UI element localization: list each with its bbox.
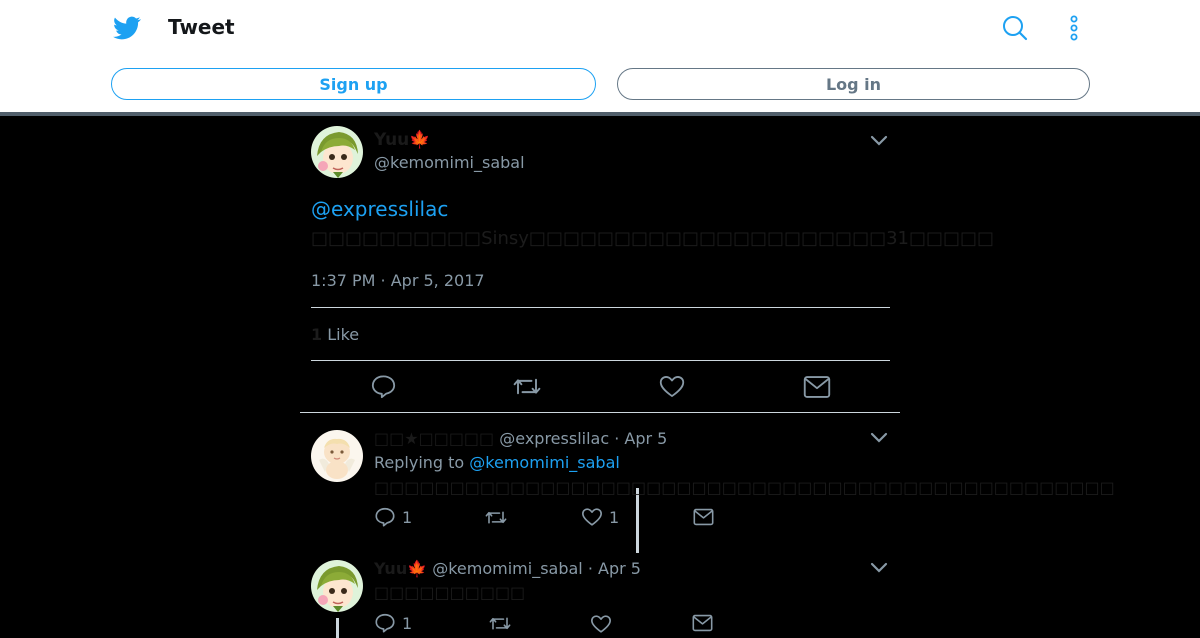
author-handle[interactable]: @expresslilac [499, 429, 609, 448]
message-icon[interactable] [693, 507, 714, 527]
divider [300, 412, 900, 413]
replying-to: Replying to @kemomimi_sabal [374, 453, 620, 472]
reply-action[interactable]: 1 [374, 506, 412, 528]
likes-label: Like [327, 325, 360, 344]
author-handle[interactable]: @kemomimi_sabal [432, 559, 583, 578]
chevron-down-icon[interactable] [870, 135, 888, 147]
reply-text: □□□□□□□□□□ [374, 583, 526, 602]
divider [311, 307, 890, 308]
avatar[interactable] [311, 430, 363, 482]
reply-header: Yuu🍁 @kemomimi_sabal · Apr 5 [374, 559, 641, 578]
retweet-icon[interactable] [512, 373, 542, 400]
like-icon[interactable] [658, 373, 686, 400]
reply-action[interactable]: 1 [374, 612, 412, 634]
page-title: Tweet [168, 15, 235, 39]
reply-icon [375, 613, 395, 633]
avatar-image [311, 560, 363, 612]
reply-date[interactable]: · Apr 5 [614, 429, 667, 448]
tweet-thread: Yuu🍁 @kemomimi_sabal @expresslilac □□□□□… [300, 116, 1115, 638]
author-name[interactable]: Yuu🍁 [374, 559, 427, 578]
author-handle[interactable]: @kemomimi_sabal [374, 153, 525, 172]
log-in-button[interactable]: Log in [617, 68, 1090, 100]
reply-date[interactable]: · Apr 5 [588, 559, 641, 578]
avatar-image [311, 430, 363, 482]
search-icon[interactable] [1002, 15, 1028, 41]
chevron-down-icon[interactable] [870, 562, 888, 574]
message-icon[interactable] [803, 374, 831, 400]
reply-count: 1 [402, 507, 413, 527]
like-action[interactable]: 1 [581, 506, 619, 528]
divider [311, 360, 890, 361]
reply-header: □□★□□□□□ @expresslilac · Apr 5 [374, 429, 667, 448]
twitter-logo-icon[interactable] [112, 14, 142, 42]
likes-count: 1 [311, 325, 323, 344]
replying-to-label: Replying to [374, 453, 465, 472]
like-icon[interactable] [590, 613, 612, 635]
thread-connector [636, 488, 639, 553]
tweet-mention[interactable]: @expresslilac [311, 197, 448, 221]
thread-connector [336, 618, 339, 638]
more-options-icon[interactable] [1062, 15, 1086, 41]
like-icon [582, 508, 602, 526]
avatar-image [311, 126, 363, 178]
message-icon[interactable] [692, 613, 713, 633]
reply-icon[interactable] [370, 373, 397, 400]
chevron-down-icon[interactable] [870, 432, 888, 444]
retweet-icon[interactable] [488, 613, 512, 634]
retweet-icon[interactable] [484, 507, 508, 528]
author-name[interactable]: Yuu🍁 [374, 130, 430, 150]
like-count: 1 [609, 507, 620, 527]
likes-stat[interactable]: 1 Like [311, 325, 359, 344]
tweet-timestamp[interactable]: 1:37 PM · Apr 5, 2017 [311, 271, 485, 290]
top-bar: Tweet Sign up Log in [0, 0, 1200, 112]
reply-icon [375, 507, 395, 527]
sign-up-button[interactable]: Sign up [111, 68, 596, 100]
tweet-text: □□□□□□□□□□Sinsy□□□□□□□□□□□□□□□□□□□□□31□□… [311, 228, 995, 249]
avatar[interactable] [311, 560, 363, 612]
author-name[interactable]: □□★□□□□□ [374, 429, 494, 448]
reply-text: □□□□□□□□□□□□□□□□□□□□□□□□□□□□□□□□□□□□□□□□… [374, 478, 1115, 497]
replying-to-handle[interactable]: @kemomimi_sabal [469, 453, 620, 472]
avatar[interactable] [311, 126, 363, 178]
